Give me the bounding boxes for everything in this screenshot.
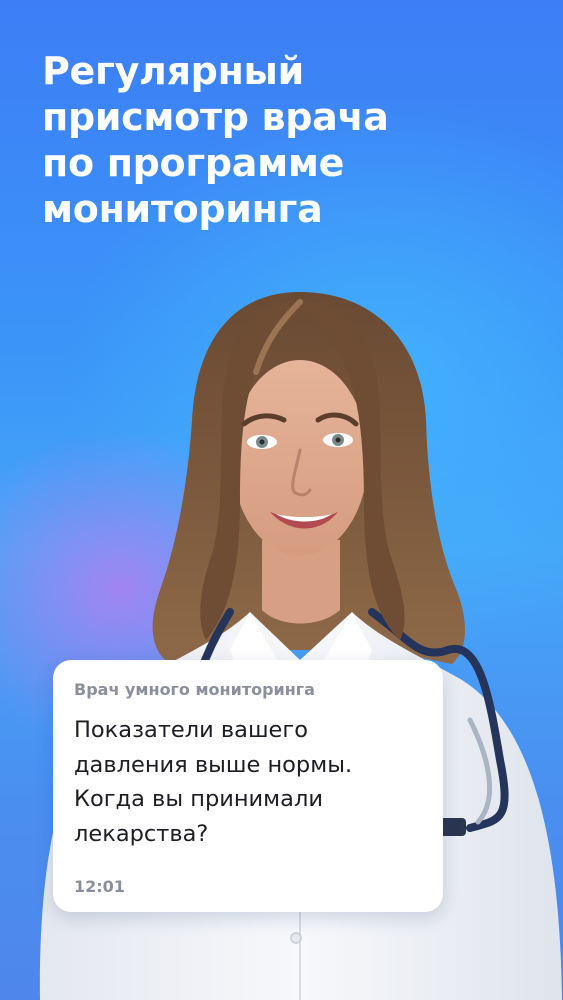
chat-message-text: Показатели вашего давления выше нормы. К… <box>74 713 424 851</box>
chat-sender-label: Врач умного мониторинга <box>74 680 315 699</box>
chat-message-line-3: Когда вы принимали <box>74 786 323 812</box>
chat-message-card: Врач умного мониторинга Показатели вашег… <box>53 660 443 912</box>
coat-button <box>290 932 302 944</box>
chat-message-line-1: Показатели вашего <box>74 717 308 743</box>
pupil-right <box>335 437 341 443</box>
promo-screen: Регулярный присмотр врача по программе м… <box>0 0 563 1000</box>
chat-timestamp: 12:01 <box>74 877 125 896</box>
chat-message-line-2: давления выше нормы. <box>74 751 353 778</box>
stethoscope-chestpiece <box>440 818 466 836</box>
chat-message-line-4: лекарства? <box>74 820 209 847</box>
pupil-left <box>259 439 265 445</box>
